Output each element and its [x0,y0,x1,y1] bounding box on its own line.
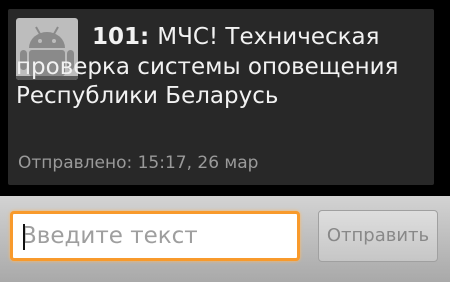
message-input[interactable]: Введите текст [10,211,300,261]
message-text: 101: МЧС! Техническая проверка системы о… [16,23,426,112]
message-input-placeholder: Введите текст [21,223,198,249]
message-bubble[interactable]: 101: МЧС! Техническая проверка системы о… [8,9,434,185]
sender-separator: : [140,24,158,50]
message-sender: 101 [92,24,141,50]
send-button[interactable]: Отправить [318,210,438,262]
compose-bar: Введите текст Отправить [0,196,450,282]
message-body: МЧС! Техническая проверка системы оповещ… [16,24,399,109]
message-timestamp: Отправлено: 15:17, 26 мар [18,153,259,173]
text-caret [23,224,25,250]
message-list: 101: МЧС! Техническая проверка системы о… [0,0,450,196]
